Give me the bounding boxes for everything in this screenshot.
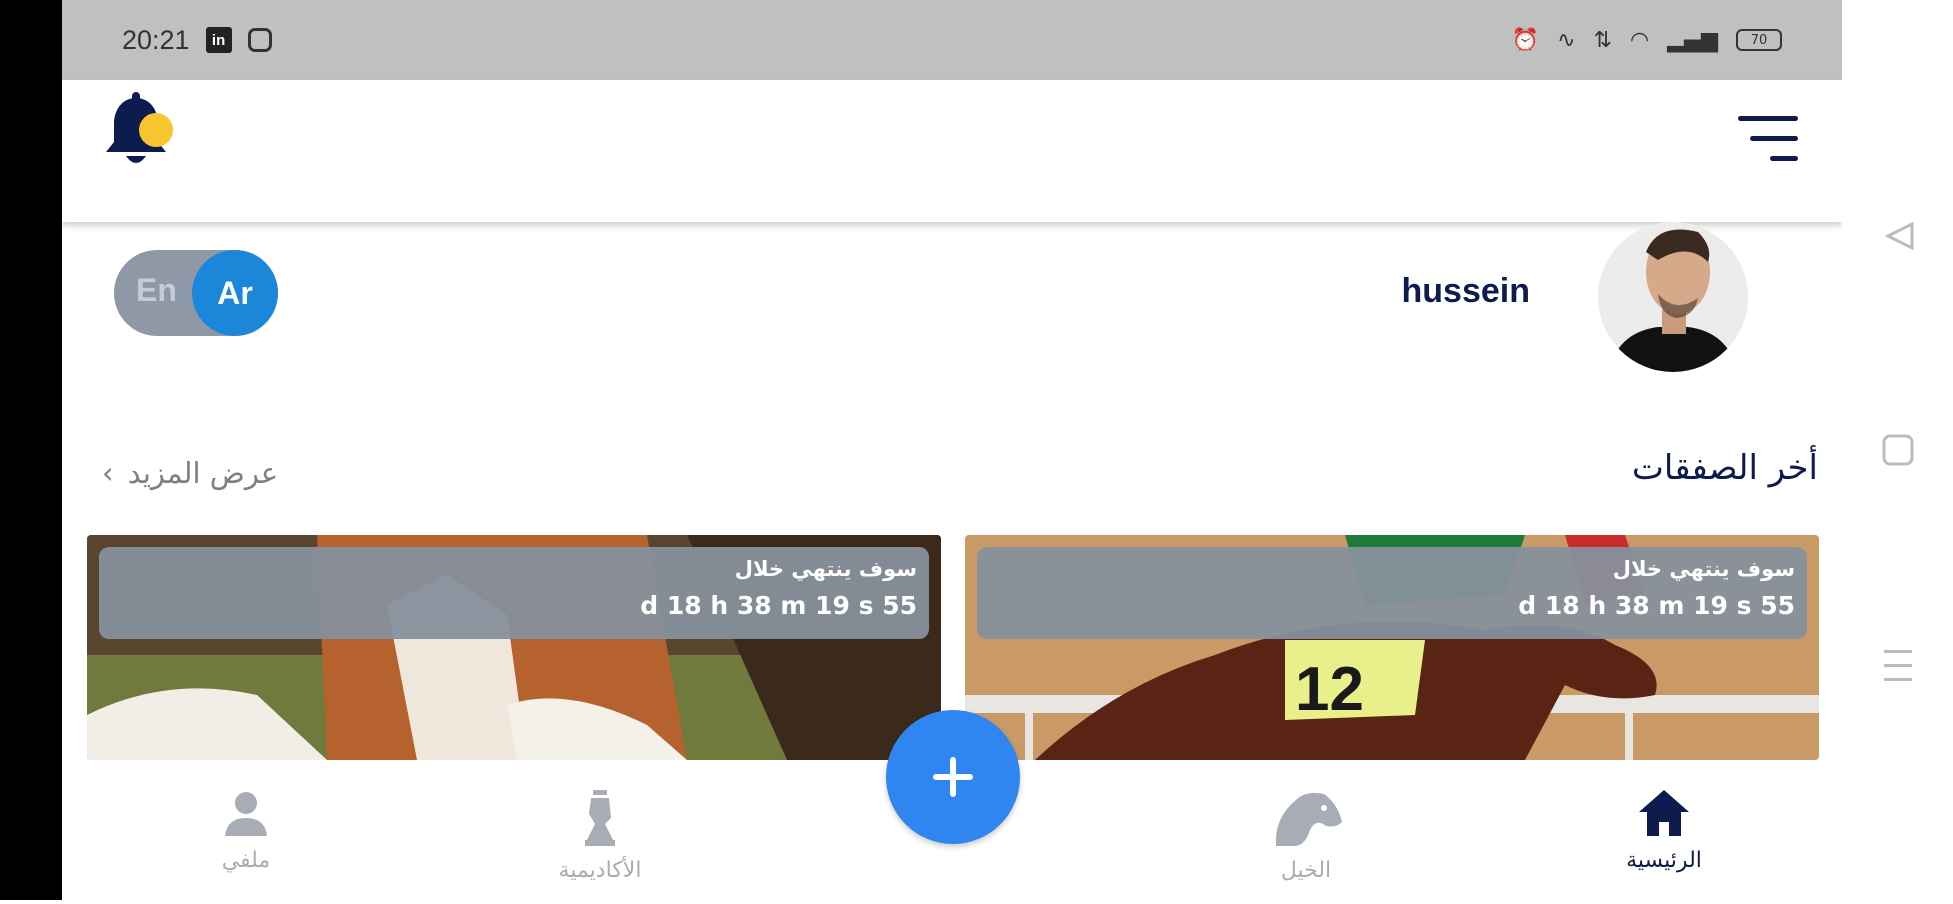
instagram-icon: [247, 28, 272, 52]
nav-horses[interactable]: الخيل: [1216, 788, 1396, 883]
network-speed-icon: ⇅: [1593, 27, 1613, 53]
nav-academy-label: الأكاديمية: [558, 858, 642, 883]
avatar[interactable]: [1598, 222, 1748, 372]
nav-home-label: الرئيسية: [1626, 848, 1702, 873]
status-time: 20:21: [122, 24, 190, 55]
vibrate-icon: ∿: [1557, 27, 1576, 53]
system-back-icon[interactable]: [1884, 221, 1914, 251]
show-more-label: عرض المزيد: [127, 456, 279, 490]
nav-academy[interactable]: الأكاديمية: [510, 788, 690, 883]
plus-icon: [933, 757, 973, 797]
section-title: أخر الصفقات: [1631, 448, 1818, 488]
status-left: 20:21 in: [122, 25, 272, 56]
user-name: hussein: [1401, 272, 1530, 310]
battery-icon: 70: [1736, 29, 1782, 51]
profile-icon: [225, 792, 267, 836]
status-right: ⏰ ∿ ⇅ ◠ ▂▄▆ 70: [1512, 28, 1782, 53]
wifi-icon: ◠: [1630, 27, 1650, 53]
status-bar: 20:21 in ⏰ ∿ ⇅ ◠ ▂▄▆ 70: [62, 0, 1842, 80]
svg-text:12: 12: [1295, 655, 1364, 724]
linkedin-icon: in: [205, 27, 232, 53]
menu-icon[interactable]: [1738, 116, 1798, 166]
language-toggle[interactable]: En Ar: [114, 250, 278, 336]
nav-profile[interactable]: ملفي: [156, 788, 336, 873]
battery-level: 70: [1750, 32, 1768, 48]
nav-profile-label: ملفي: [221, 848, 271, 873]
language-ar[interactable]: Ar: [192, 250, 278, 336]
language-en[interactable]: En: [136, 272, 177, 309]
system-recents-icon[interactable]: [1884, 650, 1912, 681]
signal-icon: ▂▄▆: [1667, 27, 1718, 53]
home-icon: [1639, 790, 1689, 836]
left-black-edge: [0, 0, 62, 900]
add-button[interactable]: [886, 710, 1020, 844]
nav-horses-label: الخيل: [1280, 858, 1332, 883]
system-nav-bar: [1842, 0, 1953, 900]
chess-knight-icon: [585, 790, 615, 846]
nav-home[interactable]: الرئيسية: [1574, 788, 1754, 873]
deal-card[interactable]: سوف ينتهي خلال d 18 h 38 m 19 s 55: [87, 535, 941, 760]
system-home-icon[interactable]: [1882, 434, 1914, 466]
alarm-icon: ⏰: [1511, 27, 1540, 53]
countdown-value: d 18 h 38 m 19 s 55: [1518, 591, 1795, 620]
countdown-label: سوف ينتهي خلال: [734, 557, 917, 581]
countdown-label: سوف ينتهي خلال: [1612, 557, 1795, 581]
countdown-box: سوف ينتهي خلال d 18 h 38 m 19 s 55: [99, 547, 929, 639]
chevron-left-icon: ‹: [102, 456, 114, 490]
app-bar: [62, 80, 1842, 222]
deal-card[interactable]: 12 سوف ينتهي خلال d 18 h 38 m 19 s 55: [965, 535, 1819, 760]
horse-head-icon: [1275, 792, 1342, 846]
phone-screen: 20:21 in ⏰ ∿ ⇅ ◠ ▂▄▆ 70 En Ar hussein أخ…: [62, 0, 1842, 900]
countdown-box: سوف ينتهي خلال d 18 h 38 m 19 s 55: [977, 547, 1807, 639]
notification-bell-icon[interactable]: [102, 92, 178, 172]
show-more-link[interactable]: ‹ عرض المزيد: [102, 456, 278, 490]
countdown-value: d 18 h 38 m 19 s 55: [640, 591, 917, 620]
